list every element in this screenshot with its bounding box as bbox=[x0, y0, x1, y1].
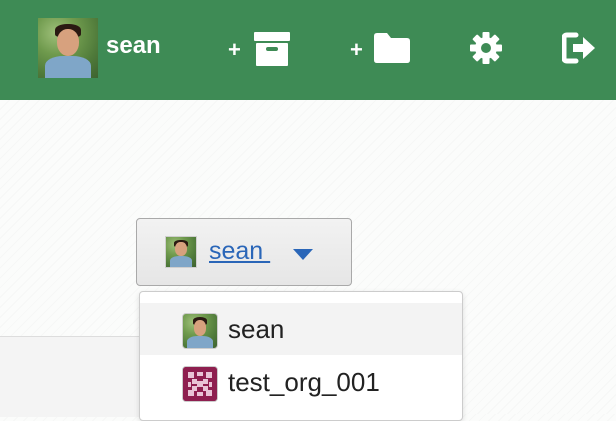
menu-item-sean[interactable]: sean bbox=[140, 303, 462, 355]
new-org-plus[interactable]: + bbox=[350, 37, 363, 63]
context-switcher-button[interactable]: sean bbox=[136, 218, 352, 286]
user-avatar bbox=[165, 236, 197, 268]
content-panel-edge bbox=[0, 336, 139, 417]
gear-icon[interactable] bbox=[470, 32, 502, 69]
menu-item-label: test_org_001 bbox=[228, 367, 380, 397]
sign-out-icon[interactable] bbox=[561, 32, 596, 69]
org-identicon-icon bbox=[182, 366, 218, 402]
selected-context-label[interactable]: sean bbox=[209, 237, 270, 266]
menu-item-label: sean bbox=[228, 314, 285, 344]
new-repo-plus[interactable]: + bbox=[228, 37, 241, 63]
folder-icon[interactable] bbox=[374, 33, 410, 68]
caret-down-icon bbox=[293, 249, 313, 260]
top-navbar: sean + + bbox=[0, 0, 616, 100]
context-switcher-menu: sean test_org_001 bbox=[139, 291, 463, 421]
user-avatar bbox=[182, 313, 218, 349]
user-avatar[interactable] bbox=[38, 18, 98, 78]
archive-box-icon[interactable] bbox=[254, 32, 290, 71]
username-link[interactable]: sean bbox=[106, 32, 161, 60]
menu-item-test-org-001[interactable]: test_org_001 bbox=[140, 356, 462, 408]
